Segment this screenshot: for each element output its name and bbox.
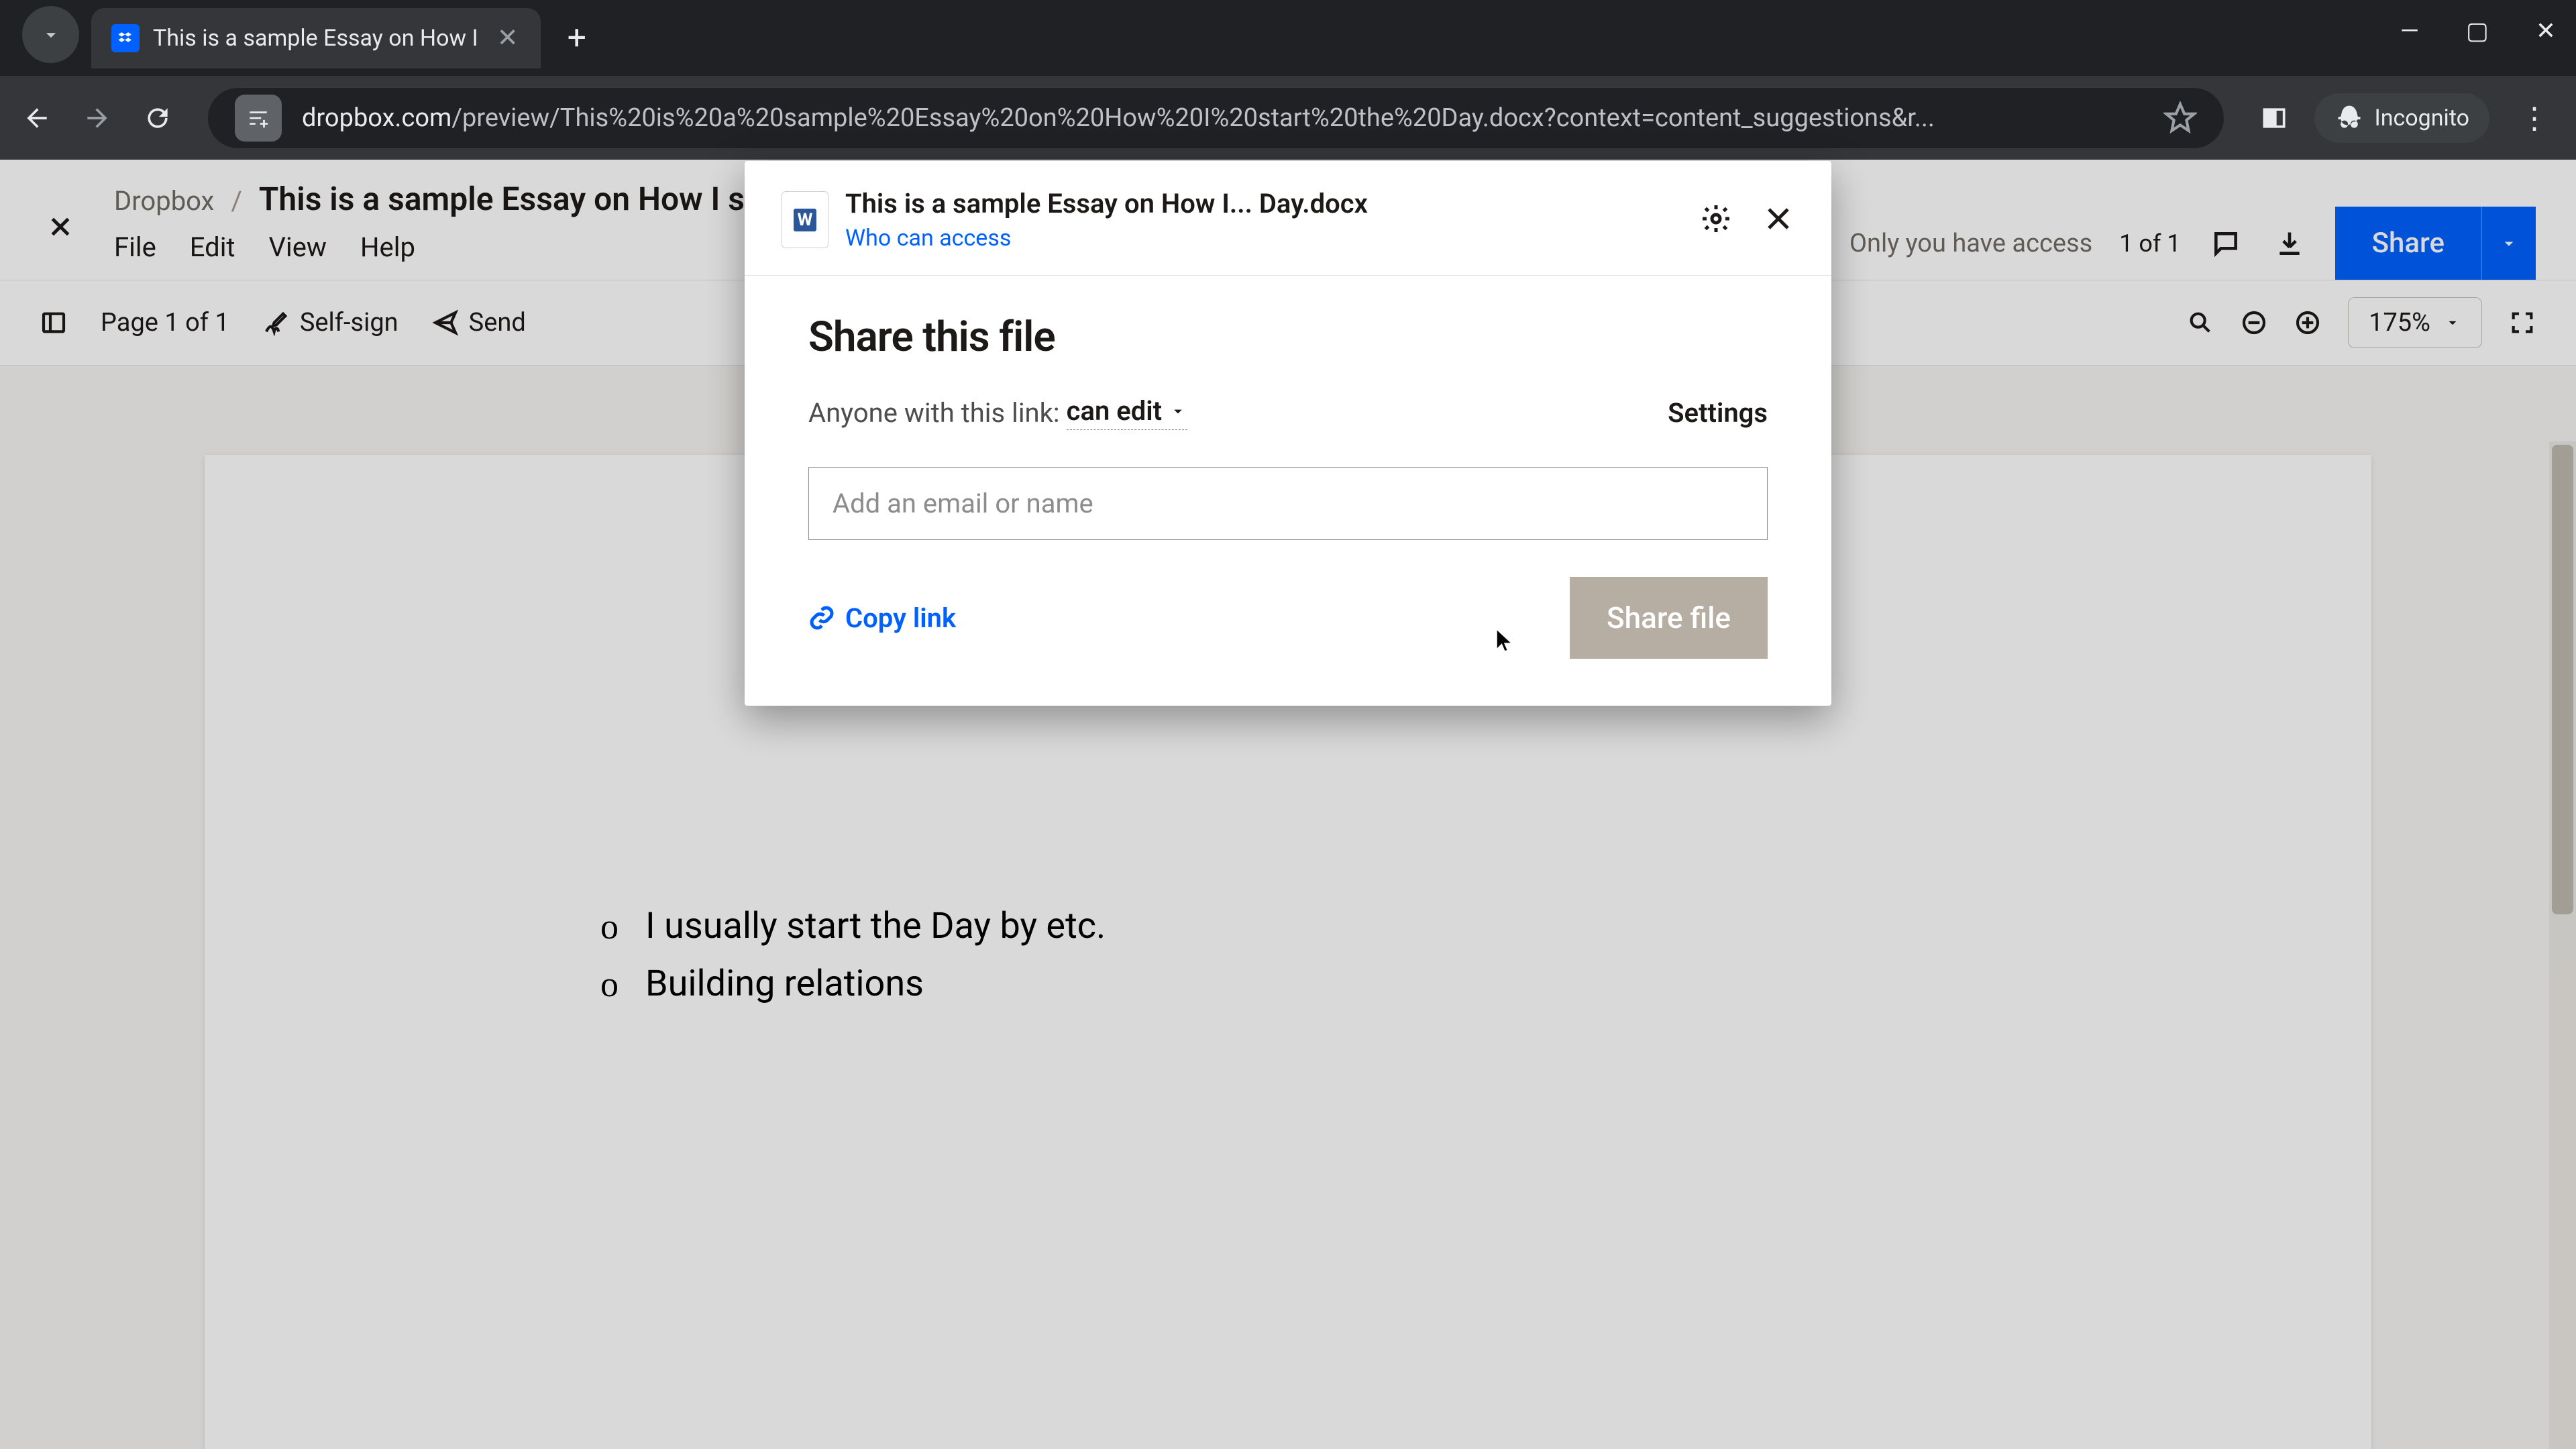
- tune-icon: [247, 107, 270, 129]
- url-path: /preview/This%20is%20a%20sample%20Essay%…: [451, 103, 1935, 133]
- word-file-icon: [782, 191, 828, 248]
- chevron-down-icon: [40, 23, 62, 46]
- permission-selector[interactable]: can edit: [1067, 395, 1188, 430]
- close-window-button[interactable]: ✕: [2536, 17, 2556, 45]
- modal-title: Share this file: [808, 313, 1768, 362]
- back-button[interactable]: [17, 98, 57, 138]
- new-tab-button[interactable]: +: [541, 19, 613, 58]
- url-field[interactable]: dropbox.com/preview/This%20is%20a%20samp…: [208, 88, 2224, 148]
- tab-title: This is a sample Essay on How I: [153, 25, 478, 52]
- permission-value: can edit: [1067, 395, 1163, 427]
- modal-file-name: This is a sample Essay on How I... Day.d…: [845, 188, 1683, 219]
- incognito-indicator[interactable]: Incognito: [2314, 93, 2489, 143]
- search-tabs-button[interactable]: [22, 6, 79, 63]
- reload-button[interactable]: [138, 98, 178, 138]
- browser-menu-button[interactable]: ⋮: [2510, 101, 2559, 136]
- modal-header: This is a sample Essay on How I... Day.d…: [745, 161, 1831, 276]
- chevron-down-icon: [1169, 402, 1187, 421]
- site-info-button[interactable]: [235, 95, 282, 142]
- star-icon: [2163, 101, 2197, 135]
- window-controls: ― ▢ ✕: [2400, 17, 2556, 45]
- copy-link-button[interactable]: Copy link: [808, 602, 956, 634]
- modal-settings-button[interactable]: [1700, 203, 1732, 237]
- modal-body: Share this file Anyone with this link: c…: [745, 276, 1831, 706]
- maximize-button[interactable]: ▢: [2466, 17, 2489, 45]
- reload-icon: [143, 103, 172, 133]
- incognito-icon: [2334, 103, 2364, 133]
- gear-icon: [1700, 203, 1732, 235]
- dropbox-favicon-icon: [111, 24, 140, 52]
- panel-icon: [2259, 103, 2289, 133]
- tab-strip: This is a sample Essay on How I ✕ +: [0, 0, 613, 76]
- email-field[interactable]: [808, 467, 1768, 540]
- modal-actions: Copy link Share file: [808, 577, 1768, 659]
- forward-button[interactable]: [77, 98, 117, 138]
- browser-tab[interactable]: This is a sample Essay on How I ✕: [91, 8, 541, 68]
- url-domain: dropbox.com: [302, 103, 451, 133]
- who-can-access-link[interactable]: Who can access: [845, 225, 1683, 252]
- incognito-label: Incognito: [2374, 105, 2469, 131]
- modal-close-button[interactable]: [1762, 203, 1794, 237]
- tab-close-button[interactable]: ✕: [492, 20, 524, 56]
- arrow-left-icon: [22, 103, 52, 133]
- permission-row: Anyone with this link: can edit Settings: [808, 395, 1768, 430]
- close-icon: [1762, 203, 1794, 235]
- copy-link-label: Copy link: [845, 602, 956, 634]
- permission-prefix: Anyone with this link:: [808, 397, 1060, 429]
- share-file-button[interactable]: Share file: [1570, 577, 1768, 659]
- address-bar: dropbox.com/preview/This%20is%20a%20samp…: [0, 76, 2576, 160]
- share-modal: This is a sample Essay on How I... Day.d…: [745, 161, 1831, 706]
- minimize-button[interactable]: ―: [2400, 17, 2419, 45]
- link-icon: [808, 604, 835, 631]
- bookmark-button[interactable]: [2163, 101, 2197, 135]
- url-text: dropbox.com/preview/This%20is%20a%20samp…: [302, 103, 2163, 133]
- browser-titlebar: This is a sample Essay on How I ✕ + ― ▢ …: [0, 0, 2576, 76]
- link-settings-button[interactable]: Settings: [1668, 397, 1768, 429]
- arrow-right-icon: [83, 103, 112, 133]
- side-panel-button[interactable]: [2254, 98, 2294, 138]
